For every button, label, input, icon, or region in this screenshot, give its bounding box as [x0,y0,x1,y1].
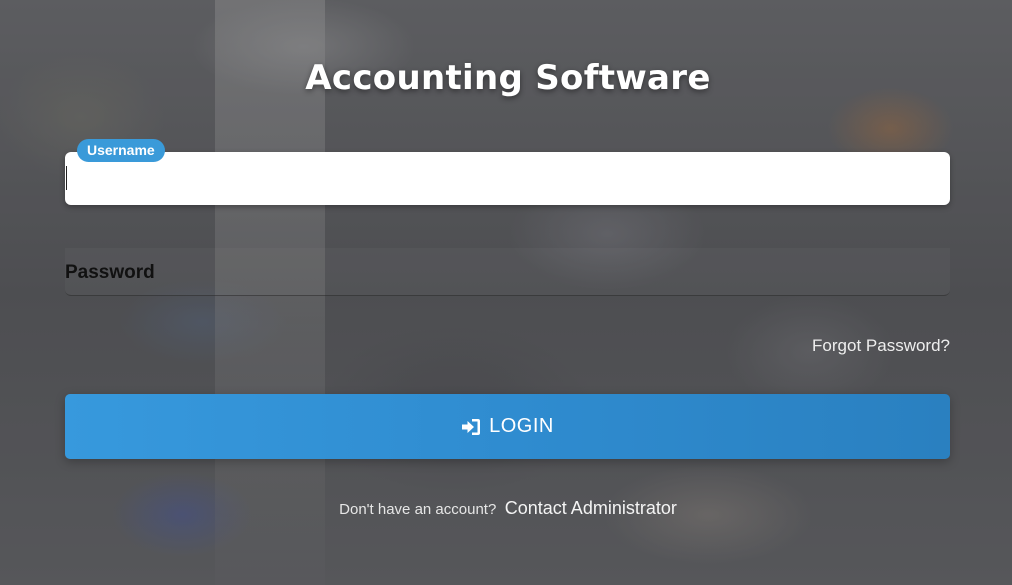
username-input[interactable] [65,152,950,205]
login-button[interactable]: LOGIN [65,394,950,459]
sign-in-icon [461,418,481,436]
login-button-label: LOGIN [489,415,554,437]
forgot-password-link[interactable]: Forgot Password? [812,336,950,356]
app-title: Accounting Software [305,58,711,98]
username-label: Username [77,139,165,162]
signup-footer: Don't have an account? Contact Administr… [0,498,1012,519]
no-account-text: Don't have an account? [339,501,497,518]
contact-administrator-link[interactable]: Contact Administrator [505,498,677,518]
password-label: Password [65,262,155,283]
password-field[interactable] [65,248,950,296]
text-caret [66,166,67,190]
username-field[interactable] [65,152,950,205]
